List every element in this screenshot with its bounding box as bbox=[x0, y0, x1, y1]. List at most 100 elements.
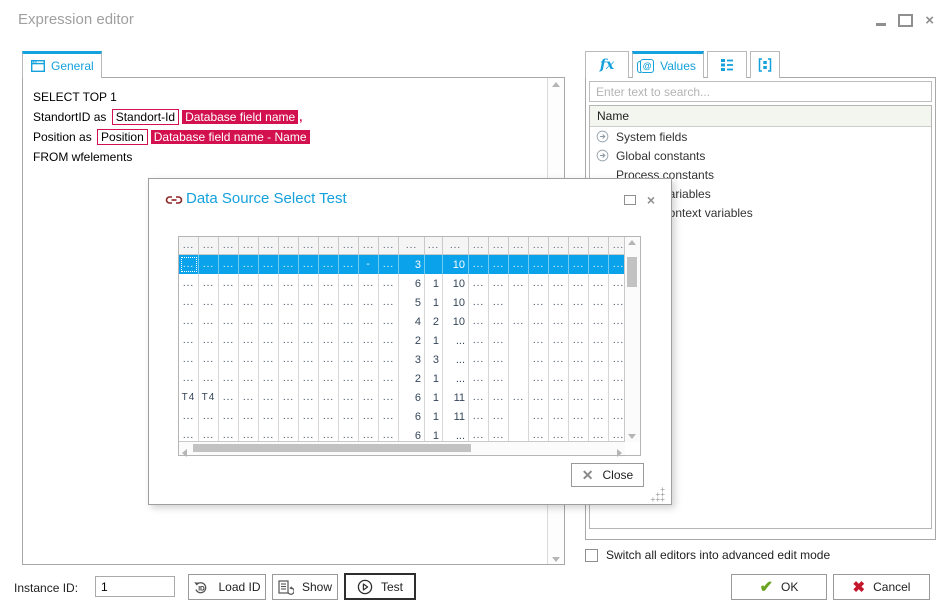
grid-cell[interactable]: ... bbox=[569, 331, 589, 350]
grid-cell[interactable]: ... bbox=[549, 426, 569, 442]
grid-cell[interactable]: ... bbox=[569, 426, 589, 442]
grid-cell[interactable]: ... bbox=[199, 312, 219, 331]
grid-cell[interactable]: ... bbox=[443, 350, 469, 369]
grid-cell[interactable]: ... bbox=[529, 350, 549, 369]
grid-cell[interactable]: ... bbox=[239, 331, 259, 350]
grid-cell[interactable]: ... bbox=[319, 350, 339, 369]
grid-cell[interactable]: ... bbox=[489, 293, 509, 312]
maximize-icon[interactable] bbox=[898, 14, 913, 27]
grid-cell[interactable]: ... bbox=[279, 407, 299, 426]
grid-row[interactable]: .................................5110...… bbox=[179, 293, 625, 312]
grid-cell[interactable]: ... bbox=[199, 426, 219, 442]
grid-cell[interactable]: ... bbox=[259, 331, 279, 350]
grid-cell[interactable]: 1 bbox=[425, 388, 443, 407]
grid-cell[interactable]: ... bbox=[339, 312, 359, 331]
grid-cell[interactable]: ... bbox=[279, 350, 299, 369]
grid-cell[interactable]: ... bbox=[609, 369, 625, 388]
grid-cell[interactable]: 10 bbox=[443, 293, 469, 312]
grid-cell[interactable]: ... bbox=[299, 312, 319, 331]
grid-cell[interactable]: ... bbox=[489, 350, 509, 369]
dialog-maximize-icon[interactable] bbox=[624, 195, 636, 205]
grid-header-cell[interactable]: ... bbox=[219, 237, 239, 254]
grid-cell[interactable] bbox=[509, 369, 529, 388]
scroll-right-icon[interactable] bbox=[617, 449, 622, 457]
grid-cell[interactable]: ... bbox=[549, 407, 569, 426]
grid-cell[interactable]: ... bbox=[469, 331, 489, 350]
grid-header-cell[interactable]: ... bbox=[589, 237, 609, 254]
grid-cell[interactable]: ... bbox=[443, 369, 469, 388]
scroll-thumb[interactable] bbox=[193, 444, 471, 452]
grid-row[interactable]: ...........................-...310......… bbox=[179, 255, 625, 274]
grid-row[interactable]: .................................6110...… bbox=[179, 274, 625, 293]
grid-cell[interactable]: 6 bbox=[399, 407, 425, 426]
field-tag-token[interactable]: Database field name bbox=[182, 110, 298, 124]
grid-cell[interactable]: ... bbox=[359, 293, 379, 312]
grid-cell[interactable] bbox=[509, 350, 529, 369]
grid-vertical-scrollbar[interactable] bbox=[624, 237, 640, 442]
close-button[interactable]: ✕ Close bbox=[571, 463, 644, 487]
grid-cell[interactable]: ... bbox=[569, 388, 589, 407]
grid-cell[interactable]: ... bbox=[609, 255, 625, 274]
grid-cell[interactable]: 3 bbox=[399, 255, 425, 274]
grid-cell[interactable]: ... bbox=[589, 255, 609, 274]
grid-cell[interactable]: ... bbox=[379, 388, 399, 407]
grid-cell[interactable]: ... bbox=[219, 331, 239, 350]
grid-cell[interactable]: ... bbox=[359, 331, 379, 350]
grid-cell[interactable]: ... bbox=[489, 369, 509, 388]
grid-cell[interactable]: ... bbox=[239, 388, 259, 407]
grid-cell[interactable]: ... bbox=[239, 293, 259, 312]
grid-cell[interactable]: ... bbox=[259, 255, 279, 274]
grid-header-cell[interactable]: ... bbox=[179, 237, 199, 254]
grid-cell[interactable]: ... bbox=[589, 274, 609, 293]
scroll-up-icon[interactable] bbox=[552, 82, 560, 87]
grid-cell[interactable]: ... bbox=[219, 350, 239, 369]
test-button[interactable]: Test bbox=[344, 573, 416, 600]
grid-cell[interactable]: ... bbox=[609, 331, 625, 350]
grid-cell[interactable]: ... bbox=[529, 255, 549, 274]
grid-cell[interactable]: ... bbox=[569, 255, 589, 274]
grid-cell[interactable]: ... bbox=[199, 274, 219, 293]
grid-cell[interactable]: ... bbox=[379, 350, 399, 369]
grid-cell[interactable]: ... bbox=[609, 350, 625, 369]
grid-cell[interactable]: ... bbox=[589, 293, 609, 312]
grid-cell[interactable]: ... bbox=[239, 369, 259, 388]
grid-cell[interactable]: ... bbox=[199, 407, 219, 426]
scroll-left-icon[interactable] bbox=[182, 449, 187, 457]
grid-cell[interactable]: ... bbox=[589, 312, 609, 331]
grid-cell[interactable]: ... bbox=[529, 312, 549, 331]
grid-cell[interactable]: ... bbox=[339, 407, 359, 426]
grid-cell[interactable]: - bbox=[359, 255, 379, 274]
scroll-down-icon[interactable] bbox=[628, 434, 636, 439]
expand-icon[interactable] bbox=[596, 149, 609, 162]
grid-header-cell[interactable]: ... bbox=[489, 237, 509, 254]
grid-cell[interactable] bbox=[425, 255, 443, 274]
grid-cell[interactable]: ... bbox=[609, 426, 625, 442]
grid-cell[interactable]: ... bbox=[469, 274, 489, 293]
grid-cell[interactable]: T4 bbox=[179, 388, 199, 407]
grid-cell[interactable]: ... bbox=[259, 274, 279, 293]
grid-cell[interactable]: ... bbox=[299, 274, 319, 293]
grid-cell[interactable]: ... bbox=[259, 369, 279, 388]
grid-cell[interactable]: ... bbox=[609, 274, 625, 293]
grid-cell[interactable]: ... bbox=[549, 388, 569, 407]
grid-header-cell[interactable]: ... bbox=[359, 237, 379, 254]
grid-cell[interactable]: ... bbox=[179, 293, 199, 312]
grid-cell[interactable]: ... bbox=[259, 293, 279, 312]
grid-cell[interactable]: ... bbox=[379, 274, 399, 293]
grid-row[interactable]: .................................21.....… bbox=[179, 331, 625, 350]
tree-item[interactable]: System fields bbox=[590, 127, 931, 146]
grid-cell[interactable]: ... bbox=[199, 255, 219, 274]
grid-cell[interactable]: ... bbox=[219, 293, 239, 312]
grid-cell[interactable]: ... bbox=[489, 407, 509, 426]
grid-cell[interactable]: ... bbox=[443, 426, 469, 442]
grid-cell[interactable]: ... bbox=[529, 407, 549, 426]
grid-cell[interactable]: ... bbox=[259, 407, 279, 426]
grid-cell[interactable]: ... bbox=[509, 312, 529, 331]
grid-cell[interactable]: ... bbox=[359, 350, 379, 369]
grid-cell[interactable]: ... bbox=[239, 350, 259, 369]
grid-cell[interactable]: ... bbox=[359, 407, 379, 426]
grid-header-cell[interactable]: ... bbox=[279, 237, 299, 254]
grid-cell[interactable]: ... bbox=[319, 388, 339, 407]
grid-cell[interactable]: 11 bbox=[443, 388, 469, 407]
grid-header-cell[interactable]: ... bbox=[529, 237, 549, 254]
